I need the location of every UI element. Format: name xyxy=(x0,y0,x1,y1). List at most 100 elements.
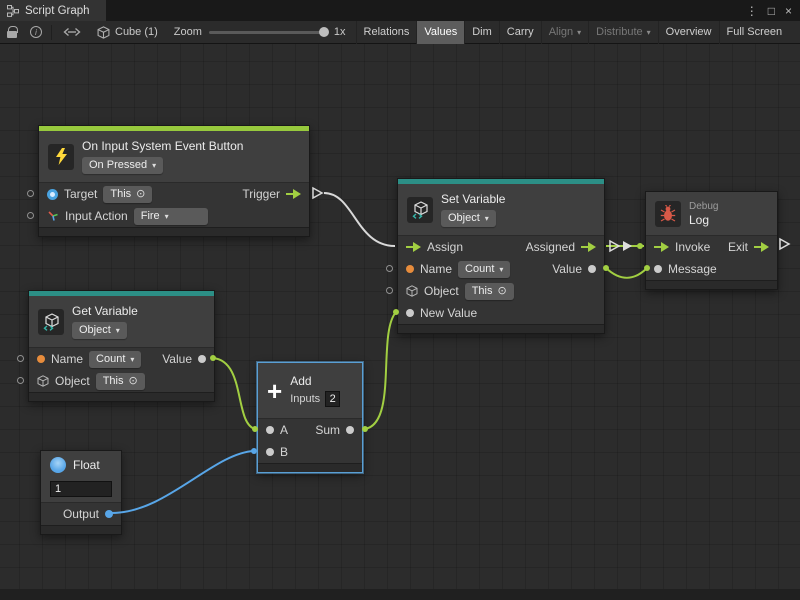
get-name-ext-port[interactable] xyxy=(17,355,24,362)
context-label: Cube (1) xyxy=(115,26,158,38)
float-output-row: Output xyxy=(41,503,121,525)
object-label: Object xyxy=(55,374,90,388)
add-node-title: Add xyxy=(290,374,311,388)
set-variable-header[interactable]: Set Variable Object xyxy=(398,184,604,236)
assigned-output-port[interactable] xyxy=(581,242,596,252)
expand-range-icon[interactable] xyxy=(55,21,89,44)
new-value-label: New Value xyxy=(420,306,477,320)
input-action-dropdown[interactable]: Fire xyxy=(134,208,208,225)
zoom-value: 1x xyxy=(334,26,346,38)
value-output-port[interactable] xyxy=(588,265,596,273)
get-variable-scope-dropdown[interactable]: Object xyxy=(72,322,127,339)
zoom-label: Zoom xyxy=(174,26,202,38)
set-name-ext-port[interactable] xyxy=(386,265,393,272)
graph-toolbar: Cube (1) Zoom 1x Relations Values Dim Ca… xyxy=(0,21,800,44)
carry-button[interactable]: Carry xyxy=(499,21,541,44)
variable-name-dropdown[interactable]: Count xyxy=(89,351,141,368)
set-object-ext-port[interactable] xyxy=(386,287,393,294)
input-action-icon xyxy=(47,210,59,222)
sum-output-port[interactable] xyxy=(346,426,354,434)
dim-button[interactable]: Dim xyxy=(464,21,499,44)
kebab-menu-icon[interactable]: ⋮ xyxy=(746,4,758,18)
get-variable-title: Get Variable xyxy=(72,304,138,318)
close-icon[interactable]: × xyxy=(785,4,792,18)
b-input-port[interactable] xyxy=(266,448,274,456)
values-button[interactable]: Values xyxy=(416,21,464,44)
cube-icon xyxy=(97,26,110,39)
float-output-port[interactable] xyxy=(105,510,113,518)
add-node-header[interactable]: Add Inputs 2 xyxy=(258,363,362,419)
add-b-row: B xyxy=(258,441,362,463)
tab-title: Script Graph xyxy=(25,5,90,17)
info-icon[interactable] xyxy=(24,21,48,44)
float-value-row: 1 xyxy=(41,479,121,503)
message-input-port[interactable] xyxy=(654,265,662,273)
a-input-port[interactable] xyxy=(266,426,274,434)
sum-label: Sum xyxy=(315,423,340,437)
set-variable-node[interactable]: Set Variable Object Assign Assigned Name… xyxy=(397,178,605,334)
get-variable-header[interactable]: Get Variable Object xyxy=(29,296,214,348)
add-node[interactable]: Add Inputs 2 A Sum B xyxy=(257,362,363,473)
name-input-port[interactable] xyxy=(37,355,45,363)
distribute-button[interactable]: Distribute xyxy=(588,21,657,44)
exit-output-port[interactable] xyxy=(754,242,769,252)
overview-button[interactable]: Overview xyxy=(658,21,719,44)
event-node-footer xyxy=(39,227,309,236)
object-picker[interactable]: This xyxy=(96,373,145,390)
tab-script-graph[interactable]: Script Graph xyxy=(0,0,106,21)
input-action-input-port[interactable] xyxy=(27,212,34,219)
align-button[interactable]: Align xyxy=(541,21,588,44)
set-variable-scope-dropdown[interactable]: Object xyxy=(441,210,496,227)
set-variable-title: Set Variable xyxy=(441,192,505,206)
trigger-output-port[interactable] xyxy=(286,189,301,199)
float-node[interactable]: Float 1 Output xyxy=(40,450,122,535)
relations-button[interactable]: Relations xyxy=(356,21,417,44)
assigned-label: Assigned xyxy=(526,240,575,254)
zoom-slider-knob[interactable] xyxy=(319,27,329,37)
lock-icon[interactable] xyxy=(0,21,24,44)
float-value-field[interactable]: 1 xyxy=(50,481,112,497)
float-node-header[interactable]: Float xyxy=(41,451,121,479)
zoom-slider[interactable] xyxy=(209,31,327,34)
graph-context[interactable]: Cube (1) xyxy=(89,26,166,39)
message-row: Message xyxy=(646,258,777,280)
new-value-input-port[interactable] xyxy=(406,309,414,317)
debug-log-node[interactable]: Debug Log Invoke Exit Message xyxy=(645,191,778,290)
set-name-row: Name Count Value xyxy=(398,258,604,280)
object-picker[interactable]: This xyxy=(465,283,514,300)
debug-log-title: Log xyxy=(689,213,709,227)
assign-input-port[interactable] xyxy=(406,242,421,252)
inputs-label: Inputs xyxy=(290,393,320,405)
get-object-ext-port[interactable] xyxy=(17,377,24,384)
target-input-port[interactable] xyxy=(27,190,34,197)
invoke-row: Invoke Exit xyxy=(646,236,777,258)
target-object-picker[interactable]: This xyxy=(103,186,152,203)
name-input-port[interactable] xyxy=(406,265,414,273)
exit-label: Exit xyxy=(728,240,748,254)
float-node-footer xyxy=(41,525,121,534)
plus-icon xyxy=(267,380,282,402)
get-name-row: Name Count Value xyxy=(29,348,214,370)
output-label: Output xyxy=(63,507,99,521)
get-variable-node[interactable]: Get Variable Object Name Count Value Obj… xyxy=(28,290,215,402)
trigger-label: Trigger xyxy=(242,187,280,201)
toolbar-separator xyxy=(51,25,52,40)
value-output-port[interactable] xyxy=(198,355,206,363)
full-screen-button[interactable]: Full Screen xyxy=(719,21,790,44)
event-mode-dropdown[interactable]: On Pressed xyxy=(82,157,163,174)
invoke-input-port[interactable] xyxy=(654,242,669,252)
tab-bar: Script Graph ⋮ □ × xyxy=(0,0,800,21)
event-node[interactable]: On Input System Event Button On Pressed … xyxy=(38,125,310,237)
get-object-row: Object This xyxy=(29,370,214,392)
maximize-icon[interactable]: □ xyxy=(768,4,775,18)
inputs-count-field[interactable]: 2 xyxy=(325,391,340,407)
variable-name-dropdown[interactable]: Count xyxy=(458,261,510,278)
get-variable-footer xyxy=(29,392,214,401)
name-label: Name xyxy=(420,262,452,276)
event-node-header[interactable]: On Input System Event Button On Pressed xyxy=(39,131,309,183)
value-label: Value xyxy=(162,352,192,366)
zoom-control: Zoom 1x xyxy=(166,26,354,38)
debug-log-header[interactable]: Debug Log xyxy=(646,192,777,236)
window-controls: ⋮ □ × xyxy=(746,4,800,18)
target-label: Target xyxy=(64,187,97,201)
